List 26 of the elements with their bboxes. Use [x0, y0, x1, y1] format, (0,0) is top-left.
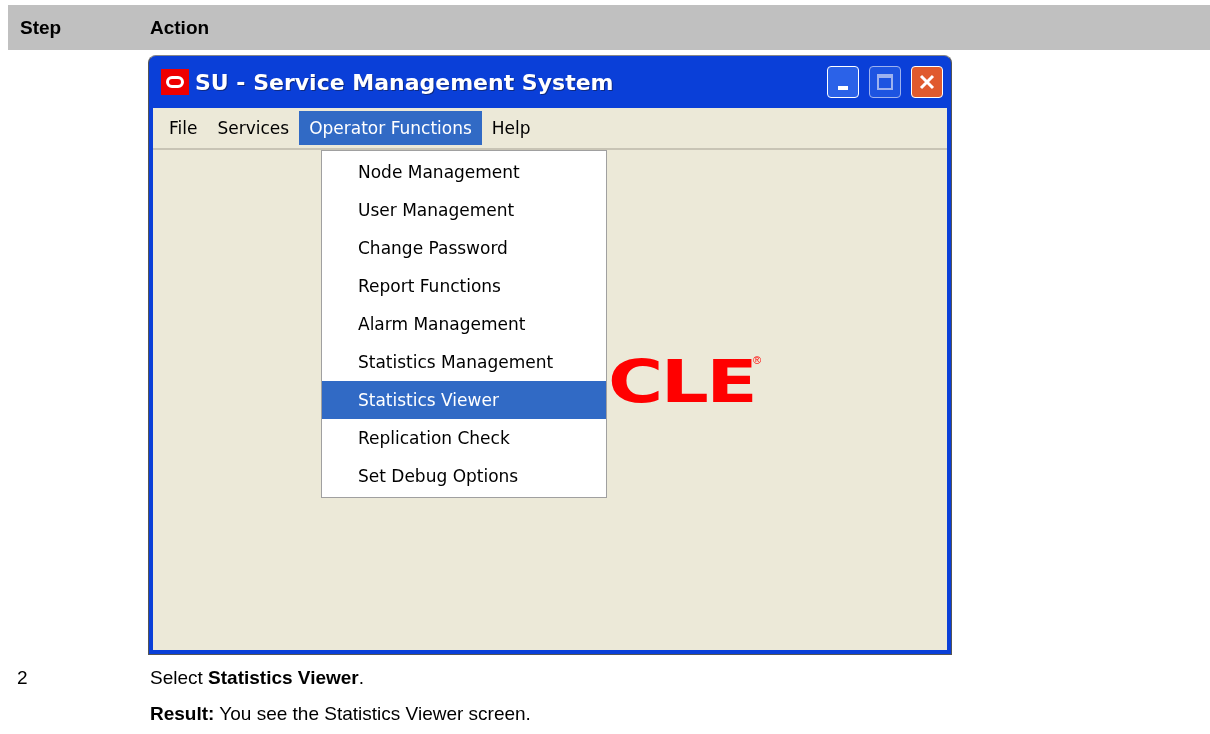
close-button[interactable] [911, 66, 943, 98]
step-instruction: Select Statistics Viewer. [150, 667, 365, 689]
dropdown-item[interactable]: Replication Check [322, 419, 606, 457]
menu-item[interactable]: File [159, 111, 208, 145]
dropdown-item[interactable]: Alarm Management [322, 305, 606, 343]
app-icon [161, 69, 189, 95]
column-header: Action [150, 16, 210, 39]
step-number: 2 [16, 667, 29, 689]
minimize-icon [838, 86, 848, 90]
menu-item[interactable]: Operator Functions [299, 111, 482, 145]
dropdown-item[interactable]: Change Password [322, 229, 606, 267]
dropdown-item[interactable]: Set Debug Options [322, 457, 606, 495]
close-icon [918, 73, 936, 91]
dropdown-item[interactable]: Node Management [322, 153, 606, 191]
minimize-button[interactable] [827, 66, 859, 98]
menu-item[interactable]: Services [207, 111, 300, 145]
dropdown-item[interactable]: User Management [322, 191, 606, 229]
dropdown-item[interactable]: Report Functions [322, 267, 606, 305]
step-result: Result: You see the Statistics Viewer screen. [150, 703, 532, 725]
dropdown-item[interactable]: Statistics Viewer [322, 381, 606, 419]
maximize-icon [876, 73, 894, 91]
maximize-button[interactable] [869, 66, 901, 98]
window-title: SU - Service Management System [195, 69, 615, 95]
dropdown-item[interactable]: Statistics Management [322, 343, 606, 381]
menu-item[interactable]: Help [481, 111, 541, 145]
column-header: Step [19, 16, 63, 39]
